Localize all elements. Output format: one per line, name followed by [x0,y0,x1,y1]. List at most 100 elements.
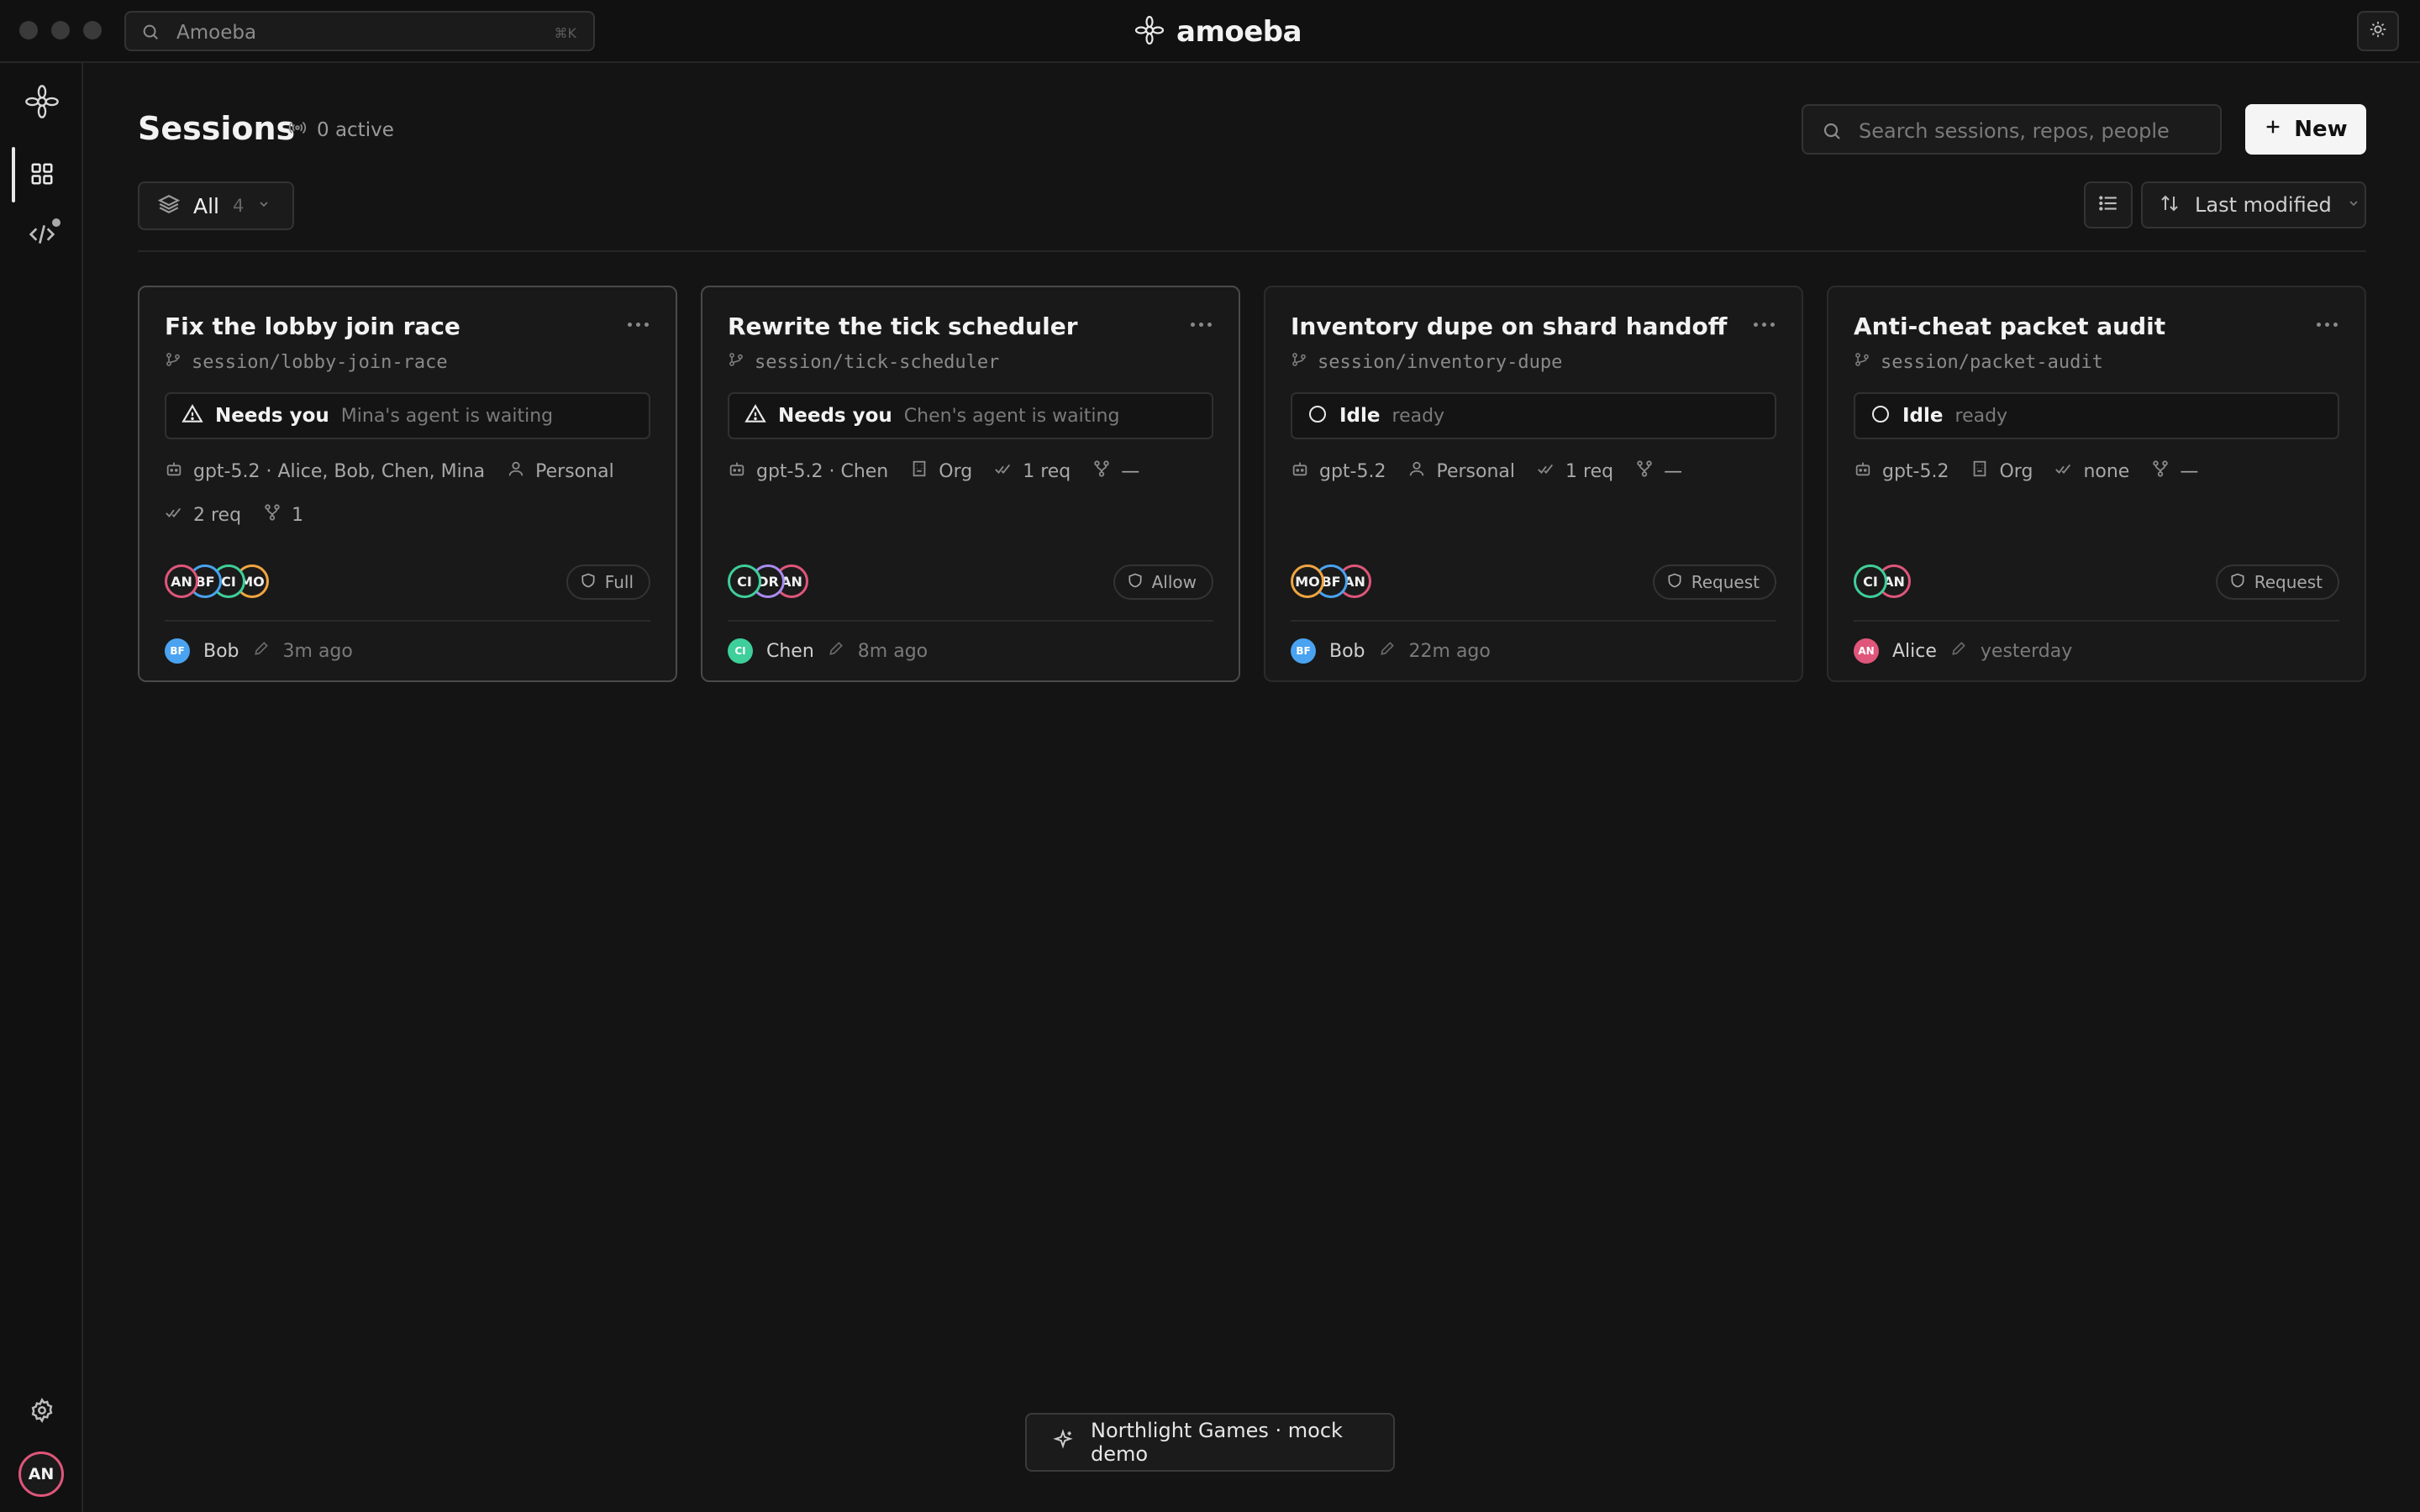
brand-name: amoeba [1176,15,1302,49]
list-view-button[interactable] [2084,181,2133,228]
git-branch-icon [728,351,744,373]
status-detail: ready [1392,405,1445,427]
requests-text: 1 req [1565,460,1614,482]
double-check-icon [165,503,183,527]
chevron-down-icon [2347,197,2360,213]
building-icon [1970,459,1989,483]
participant-avatars: AN BF CI MO [165,564,269,598]
pencil-icon [828,640,844,662]
permission-badge[interactable]: Request [2215,564,2339,600]
command-search[interactable]: Amoeba ⌘K [124,11,595,51]
notification-dot [52,218,60,227]
scope-text: Org [1999,460,2033,482]
card-meta-row: gpt-5.2 · Chen Org 1 req — [728,459,1139,483]
session-status: Needs you Chen's agent is waiting [728,392,1213,439]
model-info: gpt-5.2 · Alice, Bob, Chen, Mina [165,459,485,483]
new-session-button[interactable]: New [2245,104,2366,155]
session-title: Fix the lobby join race [165,312,460,340]
more-options-button[interactable] [1191,323,1212,327]
robot-icon [1291,459,1309,483]
session-title: Inventory dupe on shard handoff [1291,312,1728,340]
modified-time: yesterday [1980,640,2073,662]
editor-avatar: BF [1291,638,1316,664]
permission-badge[interactable]: Allow [1113,564,1213,600]
active-count: 0 active [317,119,394,141]
more-options-button[interactable] [1754,323,1775,327]
gear-icon [29,1397,55,1426]
user-avatar[interactable]: AN [18,1452,64,1497]
session-card[interactable]: Rewrite the tick scheduler session/tick-… [701,286,1240,682]
theme-toggle-button[interactable] [2357,11,2399,51]
card-divider [1854,620,2339,622]
session-card[interactable]: Anti-cheat packet audit session/packet-a… [1827,286,2366,682]
session-title: Anti-cheat packet audit [1854,312,2166,340]
editor-name: Alice [1892,640,1937,662]
session-status: Idle ready [1854,392,2339,439]
forks-info: — [1635,459,1682,483]
shield-icon [1666,572,1683,593]
search-placeholder: Search sessions, repos, people [1859,119,2170,143]
shield-icon [1127,572,1144,593]
permission-badge[interactable]: Full [566,564,650,600]
card-meta-row: 2 req 1 [165,503,303,527]
more-options-button[interactable] [2317,323,2338,327]
active-indicator [12,147,15,202]
card-footer: BF Bob 22m ago [1291,638,1491,664]
branch-name: session/tick-scheduler [755,351,1000,373]
person-icon [507,459,525,483]
participant-avatar[interactable]: CI [728,564,761,598]
fork-icon [1635,459,1654,483]
forks-info: — [2151,459,2198,483]
scope-filter-dropdown[interactable]: All 4 [138,181,294,230]
forks-text: — [1121,460,1140,482]
card-divider [165,620,650,622]
window-controls [19,21,102,39]
session-branch: session/tick-scheduler [728,351,999,373]
permission-label: Allow [1151,572,1197,592]
warning-icon [744,403,766,428]
permission-label: Full [604,572,634,592]
rail-logo-button[interactable] [22,83,62,123]
git-branch-icon [1291,351,1307,373]
session-card[interactable]: Fix the lobby join race session/lobby-jo… [138,286,677,682]
permission-badge[interactable]: Request [1652,564,1776,600]
grid-icon [29,161,55,190]
sessions-search-input[interactable]: Search sessions, repos, people [1802,104,2222,155]
participant-avatar[interactable]: MO [1291,564,1324,598]
permission-label: Request [1691,572,1760,592]
requests-text: 1 req [1023,460,1071,482]
branch-name: session/lobby-join-race [192,351,448,373]
maximize-window-button[interactable] [83,21,102,39]
session-status: Needs you Mina's agent is waiting [165,392,650,439]
toast-text: Northlight Games · mock demo [1091,1419,1343,1466]
permission-label: Request [2254,572,2323,592]
close-window-button[interactable] [19,21,38,39]
model-text: gpt-5.2 [1319,460,1386,482]
sort-dropdown[interactable]: Last modified [2141,181,2366,228]
rail-sessions-button[interactable] [22,155,62,196]
active-sessions-indicator: 0 active [288,118,394,142]
status-detail: ready [1954,405,2008,427]
brand-logo: amoeba [1134,15,1302,49]
modified-time: 3m ago [282,640,353,662]
requests-info: 1 req [1537,459,1613,483]
rail-settings-button[interactable] [22,1392,62,1432]
session-branch: session/inventory-dupe [1291,351,1562,373]
session-card[interactable]: Inventory dupe on shard handoff session/… [1264,286,1803,682]
model-info: gpt-5.2 [1291,459,1386,483]
minimize-window-button[interactable] [51,21,70,39]
pencil-icon [253,640,270,662]
editor-avatar: CI [728,638,753,664]
command-search-text: Amoeba [176,22,257,44]
card-footer: AN Alice yesterday [1854,638,2072,664]
double-check-icon [994,459,1013,483]
forks-text: 1 [292,504,304,526]
participant-avatar[interactable]: AN [165,564,198,598]
session-branch: session/lobby-join-race [165,351,448,373]
building-icon [910,459,929,483]
double-check-icon [1537,459,1555,483]
broadcast-icon [288,118,307,142]
scope-text: Personal [535,460,614,482]
more-options-button[interactable] [628,323,649,327]
participant-avatar[interactable]: CI [1854,564,1887,598]
